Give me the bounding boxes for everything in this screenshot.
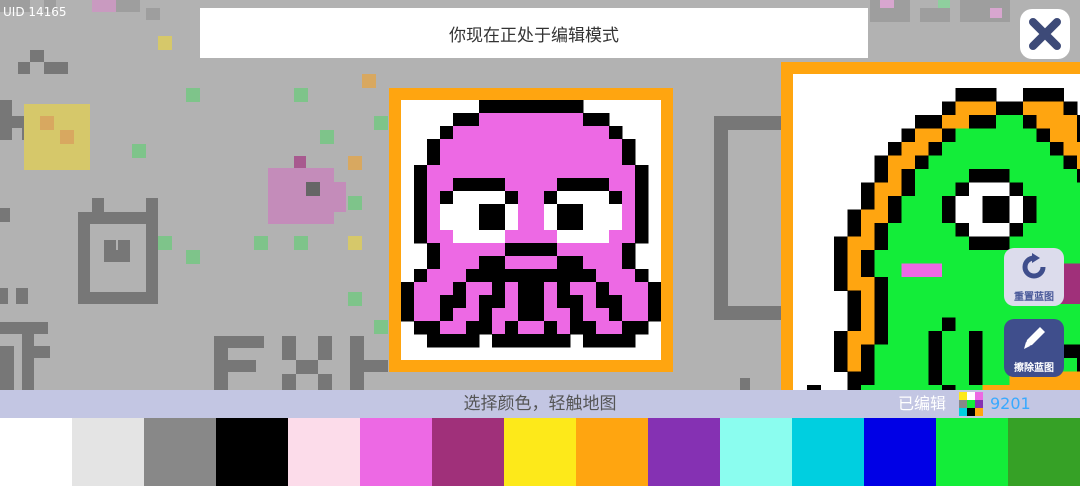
edit-mode-banner-text: 你现在正处于编辑模式 bbox=[449, 25, 619, 46]
color-swatch[interactable] bbox=[72, 418, 144, 486]
color-swatch[interactable] bbox=[936, 418, 1008, 486]
erase-blueprint-button[interactable]: 擦除蓝图 bbox=[1004, 319, 1064, 377]
palette-grid-icon bbox=[959, 392, 983, 416]
status-bar: 选择颜色，轻触地图 已编辑 9201 bbox=[0, 390, 1080, 418]
color-swatch[interactable] bbox=[0, 418, 72, 486]
color-swatch[interactable] bbox=[864, 418, 936, 486]
pencil-icon bbox=[1024, 327, 1045, 349]
octopus-pixel-art bbox=[401, 100, 661, 348]
erase-blueprint-label: 擦除蓝图 bbox=[1014, 363, 1054, 374]
color-swatch[interactable] bbox=[144, 418, 216, 486]
reset-blueprint-label: 重置蓝图 bbox=[1014, 292, 1054, 303]
color-swatch[interactable] bbox=[792, 418, 864, 486]
reset-blueprint-button[interactable]: 重置蓝图 bbox=[1004, 248, 1064, 306]
color-swatch[interactable] bbox=[648, 418, 720, 486]
pixel-map[interactable]: UID 14165 你现在正处于编辑模式 重置蓝图 擦除蓝图 bbox=[0, 0, 1080, 390]
color-swatch[interactable] bbox=[360, 418, 432, 486]
blueprint-card-octopus[interactable] bbox=[389, 88, 673, 372]
rotate-arrow-icon bbox=[1022, 253, 1046, 279]
color-swatch[interactable] bbox=[432, 418, 504, 486]
color-swatch[interactable] bbox=[576, 418, 648, 486]
color-swatch[interactable] bbox=[216, 418, 288, 486]
close-button[interactable] bbox=[1020, 9, 1070, 59]
color-palette bbox=[0, 418, 1080, 486]
color-swatch[interactable] bbox=[1008, 418, 1080, 486]
close-x-icon bbox=[1026, 15, 1064, 53]
color-swatch[interactable] bbox=[288, 418, 360, 486]
edited-count: 9201 bbox=[990, 394, 1031, 413]
uid-label: UID 14165 bbox=[3, 5, 67, 19]
edited-label: 已编辑 bbox=[898, 394, 947, 413]
color-swatch[interactable] bbox=[504, 418, 576, 486]
edit-mode-banner: 你现在正处于编辑模式 bbox=[200, 8, 868, 58]
color-swatch[interactable] bbox=[720, 418, 792, 486]
